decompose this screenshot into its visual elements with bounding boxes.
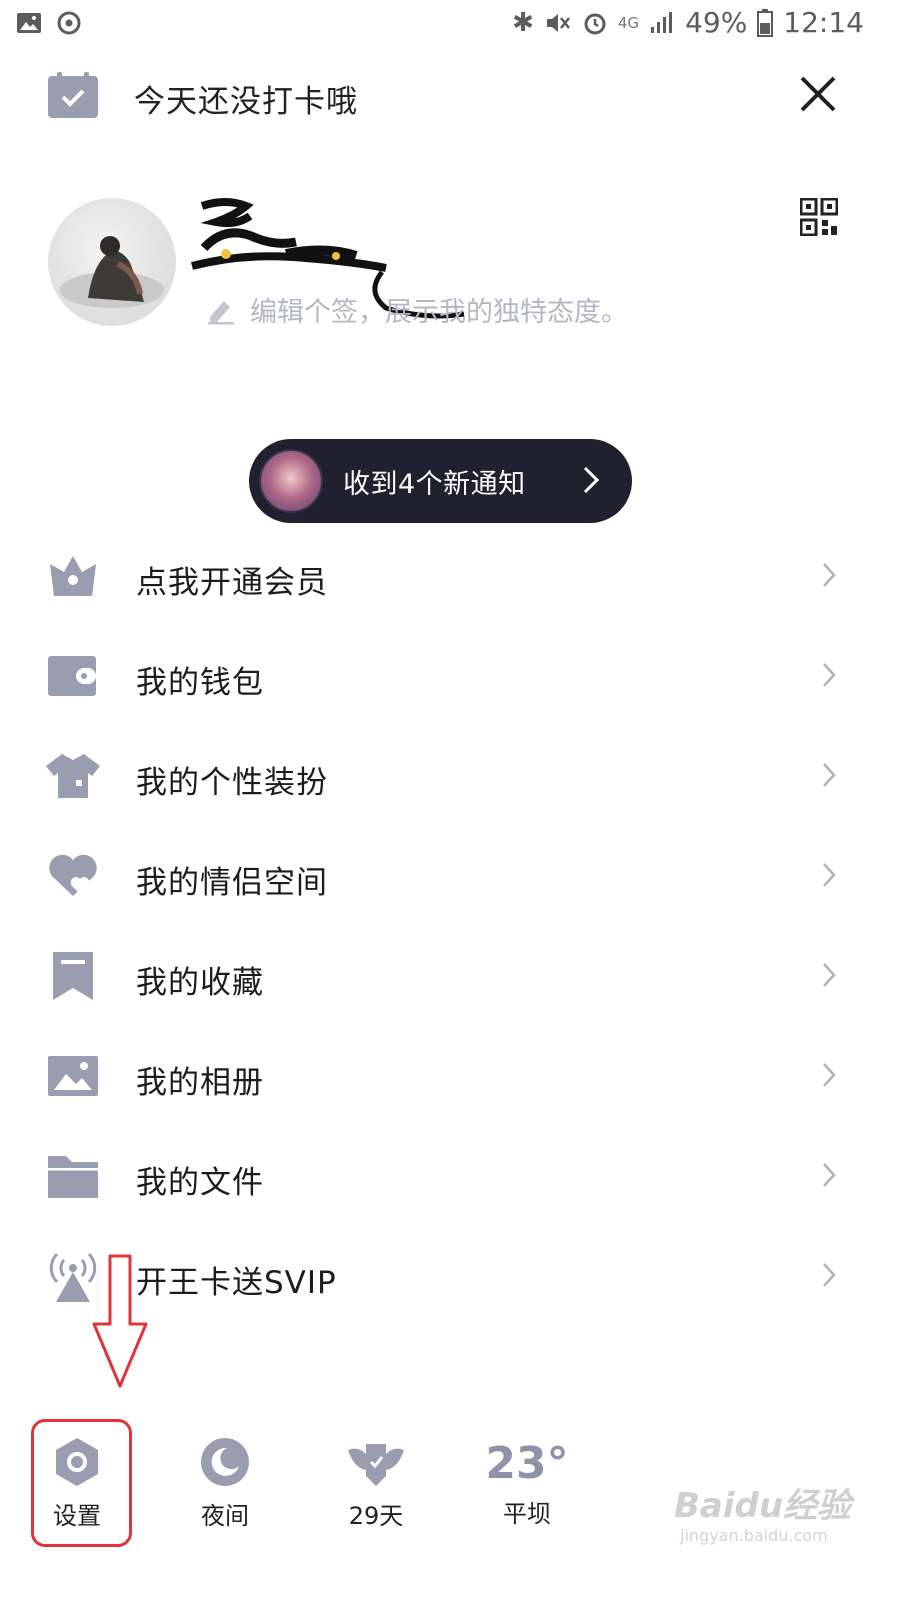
moon-icon: [201, 1438, 249, 1486]
menu-item-files[interactable]: 我的文件: [0, 1126, 900, 1226]
notification-avatar: [259, 449, 323, 513]
weather-button[interactable]: 23° 平坝: [472, 1436, 582, 1546]
menu-item-favorites[interactable]: 我的收藏: [0, 926, 900, 1026]
annotation-down-arrow: [92, 1254, 148, 1388]
chevron-right-icon: [823, 563, 836, 587]
network-type: 4G: [617, 13, 640, 32]
signature-placeholder: 编辑个签，展示我的独特态度。: [250, 297, 628, 328]
menu-item-dressup[interactable]: 我的个性装扮: [0, 726, 900, 826]
menu-item-couple-space[interactable]: 我的情侣空间: [0, 826, 900, 926]
weather-temperature: 23°: [485, 1438, 569, 1489]
menu-item-label: 我的情侣空间: [136, 865, 328, 901]
settings-hexagon-icon: [56, 1438, 98, 1486]
battery-icon: [757, 8, 774, 37]
status-bar: ✱ 4G 49% 12:14: [0, 0, 900, 52]
chevron-right-icon: [823, 663, 836, 687]
chevron-right-icon: [823, 863, 836, 887]
baidu-watermark-url: jingyan.baidu.com: [680, 1526, 828, 1545]
menu-item-label: 我的钱包: [136, 665, 264, 701]
weather-city: 平坝: [503, 1500, 551, 1528]
menu-item-label: 我的文件: [136, 1165, 264, 1201]
folder-icon: [48, 1156, 98, 1198]
pencil-icon: [208, 300, 234, 324]
bookmark-icon: [53, 952, 93, 1000]
winged-badge-icon: [348, 1444, 404, 1486]
chevron-right-icon: [823, 1063, 836, 1087]
night-mode-button[interactable]: 夜间: [170, 1436, 280, 1546]
alarm-icon: [584, 13, 606, 34]
gallery-notification-icon: [17, 13, 41, 33]
checkin-days-label: 29天: [348, 1502, 404, 1530]
battery-percent: 49%: [685, 6, 748, 39]
menu-item-label: 我的收藏: [136, 965, 264, 1001]
checkin-days-button[interactable]: 29天: [321, 1436, 431, 1546]
avatar-image: [60, 236, 164, 308]
chevron-right-icon: [823, 763, 836, 787]
menu-item-label: 我的个性装扮: [136, 765, 328, 801]
menu-item-label: 开王卡送SVIP: [136, 1265, 337, 1301]
night-mode-label: 夜间: [201, 1502, 249, 1530]
settings-label: 设置: [53, 1502, 101, 1530]
settings-button[interactable]: 设置: [22, 1436, 132, 1546]
checkin-reminder-text[interactable]: 今天还没打卡哦: [134, 76, 358, 121]
close-icon[interactable]: [796, 72, 840, 116]
shirt-icon: [46, 754, 100, 798]
chevron-right-icon: [823, 1263, 836, 1287]
baidu-watermark: Baidu经验: [674, 1486, 852, 1526]
avatar[interactable]: [48, 198, 176, 326]
clock: 12:14: [783, 6, 864, 39]
vip-icon: [50, 556, 96, 596]
heart-icon: [49, 854, 97, 896]
signature-editor[interactable]: 编辑个签，展示我的独特态度。: [206, 290, 628, 329]
menu-item-label: 我的相册: [136, 1065, 264, 1101]
sync-notification-icon: [57, 11, 81, 35]
menu-item-label: 点我开通会员: [136, 565, 328, 601]
menu-item-vip[interactable]: 点我开通会员: [0, 526, 900, 626]
bluetooth-icon: ✱: [512, 7, 534, 38]
menu-item-wallet[interactable]: 我的钱包: [0, 626, 900, 726]
signal-icon: [651, 11, 673, 33]
new-notifications-button[interactable]: 收到4个新通知: [249, 439, 632, 523]
wallet-icon: [48, 656, 96, 696]
qr-code-icon[interactable]: [800, 198, 838, 236]
chevron-right-icon: [823, 1163, 836, 1187]
calendar-check-icon[interactable]: [48, 72, 98, 118]
menu-item-album[interactable]: 我的相册: [0, 1026, 900, 1126]
notification-text: 收到4个新通知: [343, 468, 526, 500]
chevron-right-icon: [583, 466, 600, 494]
mute-icon: [546, 13, 570, 32]
chevron-right-icon: [823, 963, 836, 987]
photo-icon: [48, 1056, 98, 1096]
